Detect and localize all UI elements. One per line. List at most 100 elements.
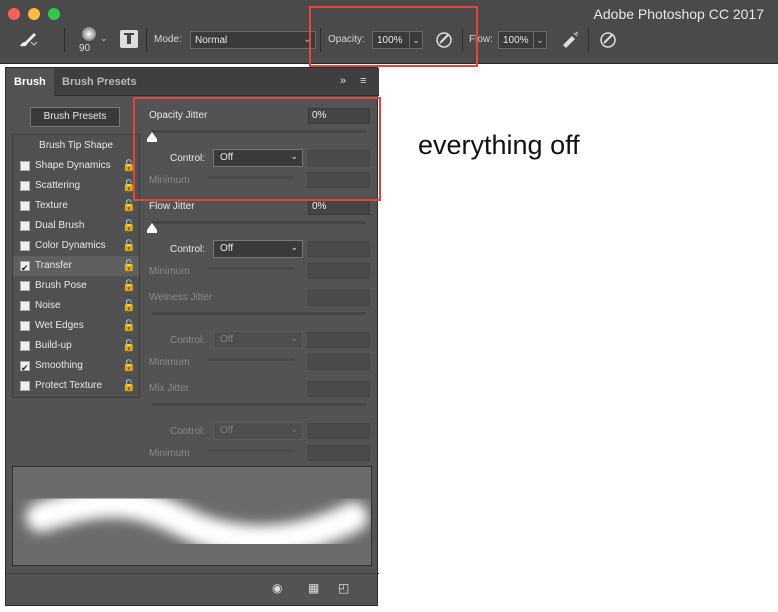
brush-setting-item[interactable]: Protect Texture 🔓 — [13, 376, 139, 396]
setting-checkbox[interactable] — [20, 281, 30, 291]
brush-size-value: 90 — [79, 43, 91, 54]
setting-checkbox[interactable] — [20, 381, 30, 391]
brush-setting-item[interactable]: Noise 🔓 — [13, 296, 139, 316]
control-value: Off — [220, 334, 234, 345]
setting-label: Transfer — [35, 260, 72, 271]
minimum-label: Minimum — [149, 266, 190, 277]
lock-icon[interactable]: 🔓 — [122, 316, 136, 336]
setting-label: Smoothing — [35, 360, 83, 371]
minimum-label: Minimum — [149, 448, 190, 459]
minimum-slider-track — [208, 267, 294, 270]
app-title: Adobe Photoshop CC 2017 — [593, 6, 764, 22]
setting-checkbox[interactable] — [20, 221, 30, 231]
setting-label: Brush Pose — [35, 280, 87, 291]
annotation-text: everything off — [418, 130, 580, 160]
brush-settings-list: Brush Tip Shape Shape Dynamics 🔓 Scatterin… — [12, 134, 140, 398]
control-value: Off — [220, 243, 234, 254]
brush-setting-item[interactable]: Shape Dynamics 🔓 — [13, 156, 139, 176]
zoom-window-button[interactable] — [48, 8, 60, 20]
brush-setting-item[interactable]: Wet Edges 🔓 — [13, 316, 139, 336]
setting-label: Noise — [35, 300, 61, 311]
jitter-title: Wetness Jitter — [149, 292, 213, 303]
jitter-slider-thumb[interactable] — [147, 223, 157, 233]
stroke-preview-image — [26, 487, 368, 556]
minimize-window-button[interactable] — [28, 8, 40, 20]
collapse-panel-icon[interactable]: » — [340, 75, 346, 87]
control-extra-field — [308, 241, 370, 257]
control-value: Off — [220, 425, 234, 436]
lock-icon[interactable]: 🔓 — [122, 216, 136, 236]
mode-label: Mode: — [154, 34, 182, 45]
setting-checkbox[interactable] — [20, 181, 30, 191]
setting-checkbox[interactable] — [20, 321, 30, 331]
lock-icon[interactable]: 🔓 — [122, 256, 136, 276]
close-window-button[interactable] — [8, 8, 20, 20]
chevron-down-icon: ⌄ — [290, 242, 298, 252]
mode-select[interactable]: Normal ⌄ — [190, 31, 316, 49]
minimum-slider-track — [208, 358, 294, 361]
airbrush-icon[interactable] — [560, 30, 580, 50]
jitter-slider-track[interactable] — [152, 312, 366, 315]
brush-grid-icon[interactable]: ▦ — [308, 581, 319, 595]
control-extra-field — [308, 332, 370, 348]
jitter-slider-track[interactable] — [152, 403, 366, 406]
panel-menu-icon[interactable]: ≡ — [360, 75, 366, 87]
brush-setting-item[interactable]: Dual Brush 🔓 — [13, 216, 139, 236]
flow-input[interactable]: 100% — [498, 31, 534, 49]
jitter-value-input[interactable] — [308, 381, 370, 397]
setting-label: Scattering — [35, 180, 81, 191]
brush-tip-shape-item[interactable]: Brush Tip Shape — [13, 136, 139, 156]
mode-value: Normal — [195, 35, 228, 46]
brush-setting-item[interactable]: Color Dynamics 🔓 — [13, 236, 139, 256]
control-select[interactable]: Off ⌄ — [213, 331, 303, 349]
jitter-value-input[interactable] — [308, 290, 370, 306]
setting-label: Wet Edges — [35, 320, 84, 331]
control-select[interactable]: Off ⌄ — [213, 422, 303, 440]
jitter-value-input[interactable]: 0% — [308, 199, 370, 215]
brush-setting-item[interactable]: Scattering 🔓 — [13, 176, 139, 196]
lock-icon[interactable]: 🔓 — [122, 376, 136, 396]
tab-brush-presets[interactable]: Brush Presets — [54, 68, 145, 96]
setting-checkbox[interactable] — [20, 358, 30, 378]
chevron-down-icon: ⌄ — [290, 333, 298, 343]
minimum-label: Minimum — [149, 357, 190, 368]
new-brush-icon[interactable]: ◰ — [338, 581, 349, 595]
brush-tool-icon[interactable] — [16, 30, 42, 50]
setting-label: Build-up — [35, 340, 72, 351]
lock-icon[interactable]: 🔓 — [122, 236, 136, 256]
setting-label: Protect Texture — [35, 380, 103, 391]
setting-checkbox[interactable] — [20, 301, 30, 311]
pressure-size-icon[interactable] — [598, 30, 618, 50]
brush-tip-icon — [82, 27, 96, 41]
tab-brush[interactable]: Brush — [6, 68, 54, 96]
setting-checkbox[interactable] — [20, 241, 30, 251]
opacity-highlight-box — [309, 6, 478, 67]
setting-checkbox[interactable] — [20, 161, 30, 171]
setting-checkbox[interactable] — [20, 341, 30, 351]
lock-icon[interactable]: 🔓 — [122, 276, 136, 296]
brush-panel-toggle-icon[interactable] — [120, 30, 138, 48]
minimum-value-input — [308, 263, 370, 279]
lock-icon[interactable]: 🔓 — [122, 356, 136, 376]
brush-setting-item[interactable]: Smoothing 🔓 — [13, 356, 139, 378]
control-select[interactable]: Off ⌄ — [213, 240, 303, 258]
chevron-down-icon: ⌄ — [290, 424, 298, 434]
control-extra-field — [308, 423, 370, 439]
brush-setting-item[interactable]: Brush Pose 🔓 — [13, 276, 139, 296]
lock-icon[interactable]: 🔓 — [122, 296, 136, 316]
opacity-jitter-highlight-box — [133, 97, 381, 201]
setting-checkbox[interactable] — [20, 258, 30, 278]
flow-dropdown[interactable]: ⌄ — [533, 31, 547, 49]
brush-setting-item[interactable]: Transfer 🔓 — [13, 256, 139, 278]
brush-setting-item[interactable]: Texture 🔓 — [13, 196, 139, 216]
lock-icon[interactable]: 🔓 — [122, 336, 136, 356]
setting-label: Texture — [35, 200, 68, 211]
toggle-hard-proof-icon[interactable]: ◉ — [272, 581, 282, 595]
brush-setting-item[interactable]: Build-up 🔓 — [13, 336, 139, 356]
chevron-down-icon[interactable]: ⌄ — [100, 33, 108, 44]
brush-presets-button[interactable]: Brush Presets — [30, 107, 120, 127]
minimum-value-input — [308, 354, 370, 370]
control-label: Control: — [170, 426, 206, 437]
jitter-slider-track[interactable] — [152, 221, 366, 224]
setting-checkbox[interactable] — [20, 201, 30, 211]
